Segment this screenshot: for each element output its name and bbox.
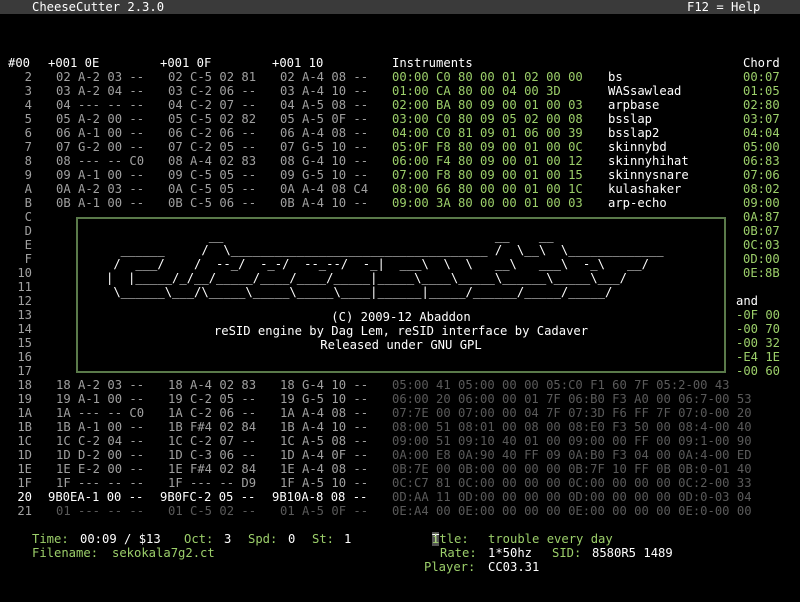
logo-line: \______\___/\_____\_____\_____\____|____… <box>106 285 613 299</box>
rate-value: 1*50hz <box>488 546 533 560</box>
step-value[interactable]: 1 <box>344 532 351 546</box>
pattern-row-current[interactable]: 20 9B0EA-1 00 -- 9B0FC-2 05 -- 9B10A-8 0… <box>0 490 751 504</box>
sid-value: 8580R5 1489 <box>592 546 673 560</box>
pattern-row[interactable]: 21 01 --- -- -- 01 C-5 02 -- 01 A-5 0F -… <box>0 504 751 518</box>
step-label: St: <box>312 532 335 546</box>
filename-value[interactable]: sekokala7g2.ct <box>112 546 215 560</box>
title-value[interactable]: trouble every day <box>488 532 613 546</box>
track-2-header[interactable]: +001 0F <box>160 56 211 70</box>
track-3-header[interactable]: +001 10 <box>272 56 323 70</box>
speed-label: Spd: <box>248 532 278 546</box>
octave-value[interactable]: 3 <box>224 532 231 546</box>
pattern-row[interactable]: 1B 1B A-1 00 -- 1B F#4 02 84 1B A-4 10 -… <box>0 420 751 434</box>
speed-value[interactable]: 0 <box>288 532 295 546</box>
pattern-row[interactable]: 6 06 A-1 00 -- 06 C-2 06 -- 06 A-4 08 --… <box>0 126 780 140</box>
logo-line: __ __ __ <box>106 229 554 243</box>
pattern-row[interactable]: 1F 1F --- -- -- 1F --- -- D9 1F A-5 10 -… <box>0 476 751 490</box>
pattern-row[interactable]: 4 04 --- -- -- 04 C-2 07 -- 04 A-5 08 --… <box>0 98 780 112</box>
engine-credit-text: reSID engine by Dag Lem, reSID interface… <box>213 324 589 338</box>
title-bar: CheeseCutter 2.3.0 F12 = Help <box>0 0 800 14</box>
copyright-text: (C) 2009-12 Abaddon <box>331 310 471 324</box>
time-value: 00:09 / $13 <box>80 532 161 546</box>
player-value: CC03.31 <box>488 560 540 574</box>
cheesecutter-logo: __ __ __ ______ / \_____________________… <box>106 229 664 299</box>
octave-label: Oct: <box>184 532 214 546</box>
pattern-row[interactable]: 19 19 A-1 00 -- 19 C-2 05 -- 19 G-5 10 -… <box>0 392 751 406</box>
pattern-row[interactable]: 9 09 A-1 00 -- 09 C-5 05 -- 09 G-5 10 --… <box>0 168 780 182</box>
pattern-row[interactable]: 8 08 --- -- C0 08 A-4 02 83 08 G-4 10 --… <box>0 154 780 168</box>
pattern-row[interactable]: 1C 1C C-2 04 -- 1C C-2 07 -- 1C A-5 08 -… <box>0 434 751 448</box>
chord-header[interactable]: Chord <box>743 56 780 70</box>
license-text: Released under GNU GPL <box>320 338 482 352</box>
pattern-row[interactable]: B 0B A-1 00 -- 0B C-5 06 -- 0B A-4 10 --… <box>0 196 780 210</box>
row-marker: #00 <box>8 56 31 70</box>
app-title: CheeseCutter 2.3.0 <box>32 0 165 14</box>
pattern-row[interactable]: A 0A A-2 03 -- 0A C-5 05 -- 0A A-4 08 C4… <box>0 182 780 196</box>
pattern-row[interactable]: 7 07 G-2 00 -- 07 C-2 05 -- 07 G-5 10 --… <box>0 140 780 154</box>
pattern-row[interactable]: 5 05 A-2 00 -- 05 C-5 02 82 05 A-5 0F --… <box>0 112 780 126</box>
track-1-header[interactable]: +001 0E <box>48 56 99 70</box>
sid-label: SID: <box>552 546 582 560</box>
logo-line: ______ / \______________________________… <box>106 243 664 257</box>
title-label-rest: itle: <box>432 532 469 546</box>
filename-label: Filename: <box>32 546 99 560</box>
pattern-row[interactable]: 1E 1E E-2 00 -- 1E F#4 02 84 1E A-4 08 -… <box>0 462 751 476</box>
player-label: Player: <box>424 560 476 574</box>
logo-line: / ___/ / --_/ -_-/ --_--/ -_| ___\ \ \ _… <box>106 257 649 271</box>
time-label: Time: <box>32 532 69 546</box>
about-dialog[interactable]: __ __ __ ______ / \_____________________… <box>76 217 726 373</box>
logo-line: | |_____/_/__/_____/____/____/_____|____… <box>106 271 627 285</box>
pattern-row[interactable]: 2 02 A-2 03 -- 02 C-5 02 81 02 A-4 08 --… <box>0 70 780 84</box>
rate-label: Rate: <box>440 546 477 560</box>
pattern-row[interactable]: 1A 1A --- -- C0 1A C-2 06 -- 1A A-4 08 -… <box>0 406 751 420</box>
pattern-row[interactable]: 1D 1D D-2 00 -- 1D C-3 06 -- 1D A-4 0F -… <box>0 448 751 462</box>
instruments-header[interactable]: Instruments <box>392 56 473 70</box>
pattern-row[interactable]: 3 03 A-2 04 -- 03 C-2 06 -- 03 A-4 10 --… <box>0 84 780 98</box>
help-hint[interactable]: F12 = Help <box>687 0 760 14</box>
pattern-row[interactable]: 18 18 A-2 03 -- 18 A-4 02 83 18 G-4 10 -… <box>0 378 729 392</box>
